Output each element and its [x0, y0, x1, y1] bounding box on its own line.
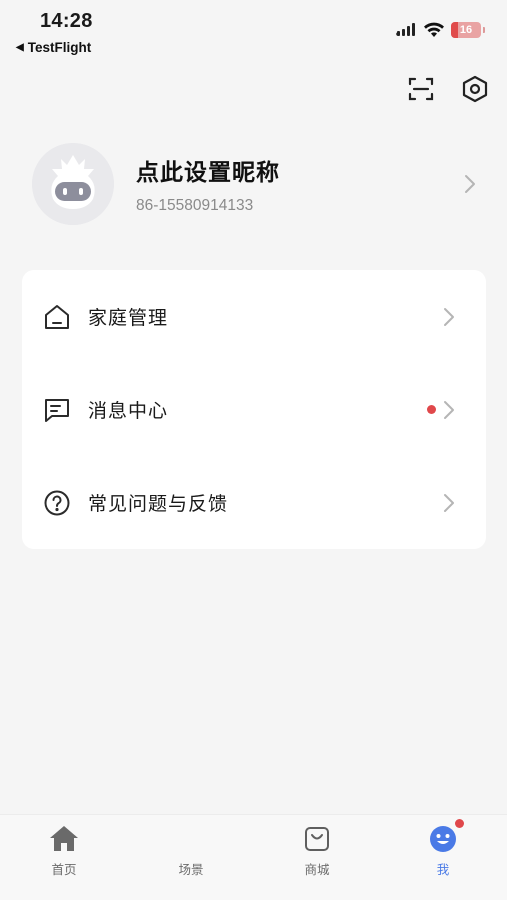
tab-label: 商城 [304, 862, 330, 877]
scan-button[interactable] [407, 73, 435, 105]
menu-item-label: 家庭管理 [88, 307, 169, 329]
tab-label: 场景 [178, 862, 204, 877]
question-icon [42, 488, 72, 518]
chevron-right-icon [465, 175, 475, 193]
tab-home[interactable]: 首页 [19, 823, 109, 883]
nickname[interactable]: 点此设置昵称 [136, 153, 462, 187]
tab-label: 首页 [51, 862, 77, 877]
unread-dot [427, 405, 436, 414]
robot-avatar-icon [32, 143, 114, 225]
tab-scenes[interactable]: 场景 [146, 823, 236, 883]
cellular-signal-icon [396, 23, 415, 36]
back-to-app[interactable]: ◀ TestFlight [16, 40, 91, 55]
settings-button[interactable] [461, 73, 489, 105]
battery-cap [483, 27, 485, 33]
tab-me[interactable]: 我 [398, 819, 488, 883]
battery-level: 16 [459, 24, 473, 36]
scan-icon [408, 77, 434, 101]
phone-number: 86-15580914133 [136, 197, 254, 214]
profile-text: 点此设置昵称 86-15580914133 [136, 153, 462, 215]
back-app-label: TestFlight [27, 40, 92, 55]
avatar[interactable] [32, 143, 114, 225]
chevron-right-icon [444, 307, 454, 326]
profile-header[interactable]: 点此设置昵称 86-15580914133 [32, 142, 484, 226]
menu-item-faq-feedback[interactable]: 常见问题与反馈 [22, 456, 486, 549]
menu-item-label: 消息中心 [88, 400, 169, 422]
chevron-right-icon [444, 493, 454, 512]
scene-icon-placeholder [176, 823, 206, 853]
notification-badge [455, 819, 464, 828]
menu-item-label: 常见问题与反馈 [88, 493, 229, 515]
shopping-bag-icon [302, 823, 332, 853]
wifi-icon [424, 22, 444, 37]
message-icon [42, 395, 72, 425]
smiley-user-icon [428, 819, 464, 853]
top-actions [407, 73, 489, 105]
menu-card: 家庭管理 消息中心 常见问题与反馈 [22, 270, 486, 549]
battery-indicator: 16 [451, 22, 481, 38]
chevron-right-icon [444, 400, 454, 419]
back-triangle-icon: ◀ [16, 42, 24, 53]
home-filled-icon [49, 823, 79, 853]
menu-item-message-center[interactable]: 消息中心 [22, 363, 486, 456]
status-indicators: 16 [395, 22, 485, 38]
tab-label: 我 [436, 862, 450, 877]
menu-item-family-management[interactable]: 家庭管理 [22, 270, 486, 363]
home-icon [42, 302, 72, 332]
screen: 14:28 ◀ TestFlight 16 点此设置昵称 86-15580914… [0, 0, 507, 900]
tab-bar: 首页 场景 商城 我 [0, 814, 507, 900]
hexagon-settings-icon [462, 75, 488, 103]
status-time: 14:28 [40, 10, 93, 32]
tab-mall[interactable]: 商城 [272, 823, 362, 883]
